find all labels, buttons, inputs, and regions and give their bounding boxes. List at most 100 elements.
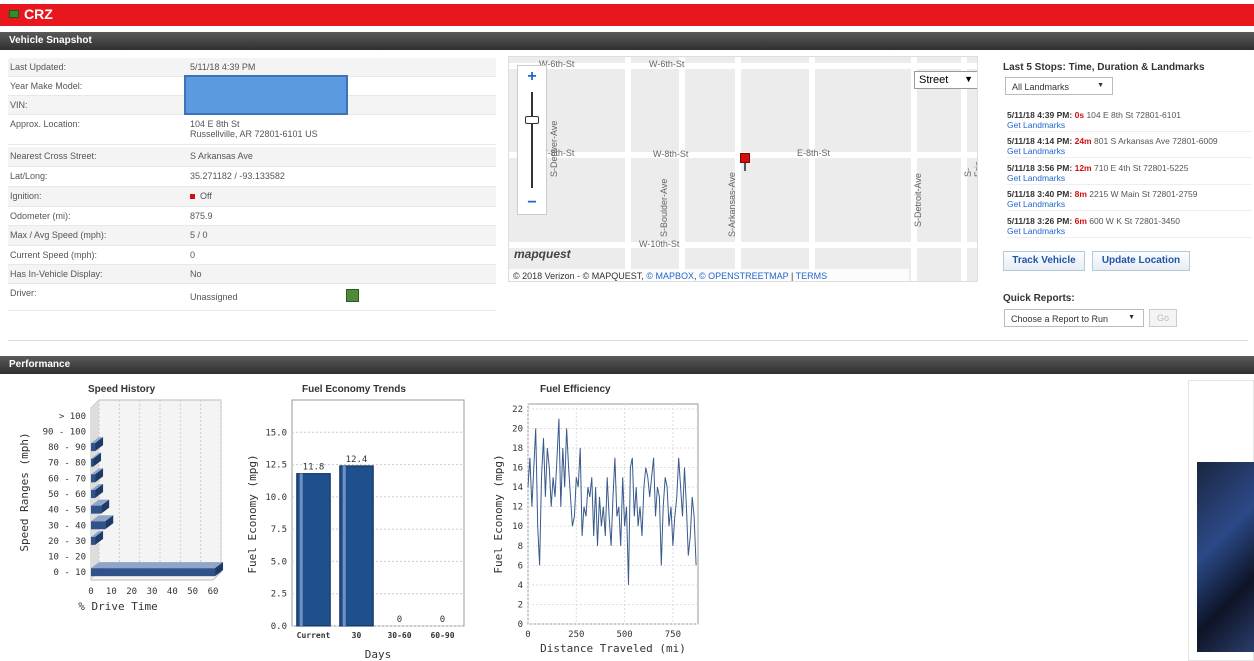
x-axis-label: Distance Traveled (mi)	[540, 642, 686, 655]
detail-label: Has In-Vehicle Display:	[10, 269, 103, 279]
x-tick-label: 500	[616, 630, 632, 640]
detail-label: Driver:	[10, 288, 37, 298]
stop-time: 5/11/18 4:14 PM:	[1007, 136, 1073, 146]
map-road	[625, 57, 631, 281]
vehicle-icon	[9, 10, 19, 18]
terms-link[interactable]: TERMS	[796, 271, 828, 281]
y-tick-label: 7.5	[271, 525, 287, 535]
y-axis-label: Fuel Economy (mpg)	[246, 454, 259, 573]
detail-label: Lat/Long:	[10, 171, 48, 181]
map-type-select[interactable]: Street ▼	[914, 71, 977, 89]
zoom-slider-thumb[interactable]	[525, 116, 539, 124]
openstreetmap-link[interactable]: © OPENSTREETMAP	[699, 271, 788, 281]
location-line-2: Russellville, AR 72801-6101 US	[190, 129, 318, 139]
map-road	[809, 57, 815, 281]
detail-row: Current Speed (mph): 0	[8, 246, 496, 265]
y-tick-label: 20	[512, 424, 523, 434]
street-label: W-10th-St	[639, 239, 680, 249]
x-tick-label: 50	[187, 587, 198, 597]
x-tick-label: 0	[88, 587, 93, 597]
stop-duration: 6m	[1074, 216, 1087, 226]
y-tick-label: 12.5	[265, 461, 287, 471]
location-map[interactable]: W-6th-St W-6th-St W-8th-St W-8th-St E-8t…	[508, 56, 978, 282]
edit-driver-icon[interactable]	[346, 289, 359, 302]
y-tick-label: 12	[512, 503, 523, 513]
category-label: 10 - 20	[48, 553, 86, 563]
stop-duration: 12m	[1074, 163, 1092, 173]
app-title: CRZ	[24, 6, 53, 22]
vehicle-pin-icon[interactable]	[740, 153, 750, 163]
map-road	[509, 63, 977, 69]
quick-reports-title: Quick Reports:	[1003, 293, 1075, 304]
y-tick-label: 2	[518, 600, 523, 610]
bar-highlight	[299, 473, 303, 626]
detail-value: S Arkansas Ave	[190, 151, 253, 161]
track-vehicle-button[interactable]: Track Vehicle	[1003, 251, 1085, 271]
bar-top	[91, 562, 224, 569]
category-label: 90 - 100	[43, 427, 86, 437]
street-label: E-8th-St	[797, 148, 831, 158]
report-select-value: Choose a Report to Run	[1011, 314, 1109, 324]
detail-value: 875.9	[190, 211, 213, 221]
update-location-button[interactable]: Update Location	[1092, 251, 1190, 271]
detail-value: Unassigned	[190, 292, 238, 302]
speed-bar	[91, 443, 96, 452]
category-label: 30	[352, 631, 362, 640]
speed-history-title: Speed History	[88, 384, 156, 395]
x-axis-label: % Drive Time	[78, 600, 157, 613]
detail-row: Approx. Location: 104 E 8th St Russellvi…	[8, 115, 496, 145]
plot-backdrop	[90, 399, 222, 581]
go-button[interactable]: Go	[1149, 309, 1177, 327]
street-label: S-Denver-Ave	[549, 120, 559, 177]
y-axis-label: Fuel Economy (mpg)	[492, 454, 505, 573]
x-axis-label: Days	[365, 648, 392, 661]
stop-time: 5/11/18 4:39 PM:	[1007, 110, 1073, 120]
report-select[interactable]: Choose a Report to Run ▼	[1004, 309, 1144, 327]
vehicle-snapshot-header: Vehicle Snapshot	[0, 32, 1254, 50]
speed-bar	[91, 521, 106, 530]
map-attribution: © 2018 Verizon - © MAPQUEST, © MAPBOX, ©…	[509, 269, 909, 281]
data-label: 0	[397, 615, 402, 625]
y-tick-label: 18	[512, 444, 523, 454]
chevron-down-icon: ▼	[1128, 314, 1135, 321]
street-label: S-Detroit-Ave	[913, 173, 923, 227]
fuel-economy-trends-chart: 0.0 2.5 5.0 7.5 10.0 12.5 15.0 Current 30 30-60 6…	[246, 399, 465, 661]
y-axis-label: Speed Ranges (mph)	[18, 432, 31, 551]
stop-time: 5/11/18 3:26 PM:	[1007, 216, 1073, 226]
detail-value: Off	[190, 191, 212, 201]
street-label: W-6th-St	[649, 59, 685, 69]
location-line-1: 104 E 8th St	[190, 119, 240, 129]
map-road	[735, 57, 741, 281]
map-road	[911, 57, 917, 281]
get-landmarks-link[interactable]: Get Landmarks	[1007, 146, 1252, 156]
landmark-filter-select[interactable]: All Landmarks ▼	[1005, 77, 1113, 95]
category-label: 40 - 50	[48, 506, 86, 516]
y-tick-label: 15.0	[265, 428, 287, 438]
detail-label: Year Make Model:	[10, 81, 83, 91]
get-landmarks-link[interactable]: Get Landmarks	[1007, 226, 1252, 236]
detail-row: Has In-Vehicle Display: No	[8, 265, 496, 284]
landmark-filter-value: All Landmarks	[1012, 82, 1070, 92]
detail-row: Ignition: Off	[8, 187, 496, 207]
stop-address: 600 W K St 72801-3450	[1089, 216, 1180, 226]
category-label: 80 - 90	[48, 443, 86, 453]
mapbox-link[interactable]: © MAPBOX	[646, 271, 694, 281]
get-landmarks-link[interactable]: Get Landmarks	[1007, 199, 1252, 209]
x-tick-label: 40	[167, 587, 178, 597]
map-road	[679, 57, 685, 281]
get-landmarks-link[interactable]: Get Landmarks	[1007, 120, 1252, 130]
y-tick-label: 6	[518, 561, 523, 571]
detail-label: Last Updated:	[10, 62, 67, 72]
zoom-out-button[interactable]: −	[518, 194, 546, 212]
data-label: 11.8	[303, 463, 325, 473]
stop-item: 5/11/18 3:26 PM: 6m 600 W K St 72801-345…	[1007, 216, 1252, 238]
vehicle-camera-image[interactable]	[1197, 462, 1254, 652]
stop-time: 5/11/18 3:56 PM:	[1007, 163, 1073, 173]
get-landmarks-link[interactable]: Get Landmarks	[1007, 173, 1252, 183]
detail-value: No	[190, 269, 202, 279]
zoom-track[interactable]	[531, 92, 533, 188]
zoom-in-button[interactable]: +	[518, 68, 546, 86]
app-header: CRZ	[0, 4, 1254, 26]
data-label: 0	[440, 615, 445, 625]
x-tick-label: 750	[665, 630, 681, 640]
